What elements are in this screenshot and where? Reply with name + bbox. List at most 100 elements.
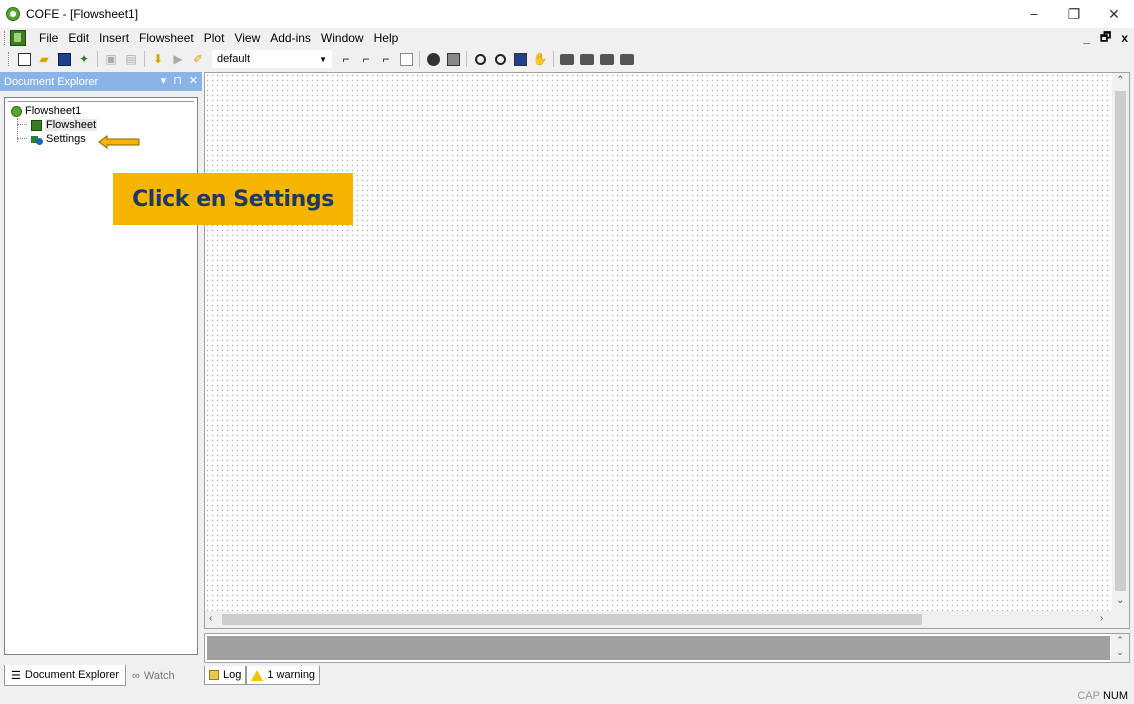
print-icon[interactable] <box>559 51 575 67</box>
tree-item-flowsheet[interactable]: Flowsheet <box>31 118 98 132</box>
document-explorer-panel: Document Explorer ▾ ⊓ ✕ Flowsheet1 Flows… <box>0 72 202 686</box>
scroll-left-icon[interactable]: ‹ <box>209 613 212 624</box>
instruction-callout: Click en Settings <box>113 173 353 225</box>
document-explorer-title: Document Explorer <box>4 75 99 88</box>
tab-label: 1 warning <box>267 669 316 681</box>
print-preview-icon[interactable] <box>579 51 595 67</box>
stream-icon[interactable]: ⌐ <box>338 51 354 67</box>
dock-dropdown-icon[interactable]: ▾ <box>161 74 167 87</box>
tab-watch[interactable]: ∞ Watch <box>126 665 181 686</box>
toolbar-grip[interactable] <box>8 52 11 66</box>
material-template-icon[interactable] <box>445 51 461 67</box>
zoom-out-icon[interactable] <box>492 51 508 67</box>
menu-window[interactable]: Window <box>316 28 369 48</box>
log-icon <box>209 670 219 680</box>
dock-close-icon[interactable]: ✕ <box>189 74 198 87</box>
open-folder-icon[interactable]: ▰ <box>36 51 52 67</box>
flowsheet-canvas[interactable] <box>205 73 1113 612</box>
menu-view[interactable]: View <box>229 28 265 48</box>
zoom-in-icon[interactable] <box>472 51 488 67</box>
tab-warnings[interactable]: 1 warning <box>246 666 321 685</box>
title-bar: COFE - [Flowsheet1] − ❐ ✕ <box>0 0 1134 28</box>
minimize-button[interactable]: − <box>1014 0 1054 28</box>
tab-log[interactable]: Log <box>204 666 247 685</box>
cofe-app-icon <box>6 7 20 21</box>
tree-connector <box>17 138 27 139</box>
watch-glasses-icon: ∞ <box>132 669 140 682</box>
horizontal-scroll-thumb[interactable] <box>222 614 922 625</box>
vertical-scrollbar[interactable]: ⌃ ⌄ <box>1112 73 1129 612</box>
explorer-tabs: ☰ Document Explorer ∞ Watch <box>4 665 181 687</box>
unit-operation-icon[interactable] <box>425 51 441 67</box>
mdi-controls: _ 🗗 x <box>1083 28 1128 48</box>
window-title: COFE - [Flowsheet1] <box>26 7 139 21</box>
toolbar-separator <box>97 51 98 67</box>
log-output-area[interactable] <box>207 636 1110 660</box>
toolbar-separator <box>466 51 467 67</box>
tree-top-border <box>8 101 194 103</box>
paste-icon[interactable]: ▤ <box>123 51 139 67</box>
menu-edit[interactable]: Edit <box>63 28 94 48</box>
text-box-icon[interactable] <box>398 51 414 67</box>
eraser-icon[interactable]: ✐ <box>190 51 206 67</box>
menu-plot[interactable]: Plot <box>199 28 230 48</box>
print-options-icon[interactable] <box>619 51 635 67</box>
zoom-fit-icon[interactable] <box>512 51 528 67</box>
tree-item-settings[interactable]: Settings <box>31 132 86 146</box>
scroll-up-icon[interactable]: ⌃ <box>1116 75 1124 86</box>
tab-label: Log <box>223 669 242 681</box>
horizontal-scrollbar[interactable]: ‹ › <box>205 611 1113 628</box>
run-icon[interactable]: ▶ <box>170 51 186 67</box>
log-panel: ⌃ ⌄ <box>204 633 1130 663</box>
restore-button[interactable]: ❐ <box>1054 0 1094 28</box>
flowsheet-icon <box>31 119 42 131</box>
tab-label: Watch <box>143 669 175 682</box>
save-icon[interactable] <box>56 51 72 67</box>
tree-item-label: Flowsheet1 <box>25 105 82 117</box>
window-controls: − ❐ ✕ <box>1014 0 1134 28</box>
num-lock-indicator: NUM <box>1102 690 1128 702</box>
scroll-down-icon[interactable]: ⌄ <box>1116 595 1124 606</box>
menu-flowsheet[interactable]: Flowsheet <box>134 28 199 48</box>
pan-hand-icon[interactable]: ✋ <box>532 51 548 67</box>
flowsheet-root-icon <box>11 105 22 117</box>
menu-help[interactable]: Help <box>369 28 404 48</box>
scroll-corner <box>1112 611 1129 628</box>
toolbar-separator <box>419 51 420 67</box>
info-stream-icon[interactable]: ⌐ <box>378 51 394 67</box>
tree-view-icon: ☰ <box>11 669 21 682</box>
log-scrollbar[interactable]: ⌃ ⌄ <box>1111 634 1129 662</box>
menu-file[interactable]: File <box>34 28 63 48</box>
dock-header-controls: ▾ ⊓ ✕ <box>161 74 198 87</box>
close-button[interactable]: ✕ <box>1094 0 1134 28</box>
tab-document-explorer[interactable]: ☰ Document Explorer <box>4 665 127 686</box>
new-file-icon[interactable] <box>16 51 32 67</box>
flowsheet-canvas-window: ⌃ ⌄ ‹ › <box>204 72 1130 629</box>
status-bar: CAP NUM <box>0 688 1134 704</box>
download-icon[interactable]: ⬇ <box>150 51 166 67</box>
mdi-close-button[interactable]: x <box>1121 31 1128 45</box>
pin-icon[interactable]: ⊓ <box>173 74 182 87</box>
tab-label: Document Explorer <box>24 669 120 681</box>
properties-icon[interactable]: ✦ <box>76 51 92 67</box>
mdi-restore-button[interactable]: 🗗 <box>1100 28 1111 49</box>
vertical-scroll-thumb[interactable] <box>1115 91 1126 591</box>
energy-stream-icon[interactable]: ⌐ <box>358 51 374 67</box>
scroll-right-icon[interactable]: › <box>1100 613 1103 624</box>
log-scroll-down-icon[interactable]: ⌄ <box>1111 646 1129 658</box>
document-icon[interactable] <box>10 30 26 46</box>
unit-set-select[interactable]: default ▼ <box>212 50 332 68</box>
menu-add-ins[interactable]: Add-ins <box>265 28 316 48</box>
main-toolbar: ▰ ✦ ▣ ▤ ⬇ ▶ ✐ default ▼ ⌐ ⌐ ⌐ ✋ <box>0 48 680 70</box>
unit-set-value: default <box>217 53 251 65</box>
tree-item-label: Flowsheet <box>45 119 98 131</box>
log-scroll-up-icon[interactable]: ⌃ <box>1111 634 1129 646</box>
menu-insert[interactable]: Insert <box>94 28 134 48</box>
mdi-minimize-button[interactable]: _ <box>1083 31 1090 45</box>
copy-icon[interactable]: ▣ <box>103 51 119 67</box>
print-setup-icon[interactable] <box>599 51 615 67</box>
menu-bar: File Edit Insert Flowsheet Plot View Add… <box>0 28 1134 48</box>
log-tabs: Log 1 warning <box>204 666 321 686</box>
menu-grip[interactable] <box>4 31 7 45</box>
tree-item-flowsheet1[interactable]: Flowsheet1 <box>11 104 81 118</box>
